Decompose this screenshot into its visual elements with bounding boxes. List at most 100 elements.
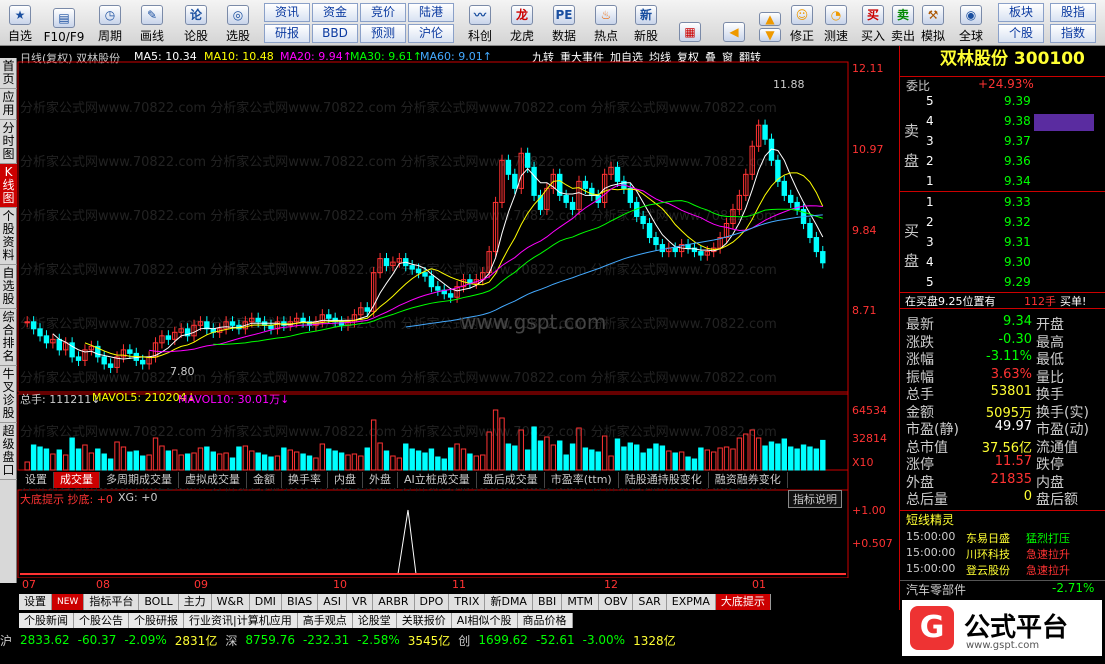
toolbar-sell[interactable]: 卖卖出 bbox=[888, 2, 918, 44]
candle-body bbox=[659, 244, 666, 253]
volume-bar bbox=[268, 456, 274, 471]
news-tab[interactable]: 行业资讯|计算机应用 bbox=[184, 613, 298, 628]
indicator-tab[interactable]: BIAS bbox=[282, 594, 319, 610]
toolbar-pair-2[interactable]: 资金 BBD bbox=[312, 3, 358, 43]
month-label: 12 bbox=[604, 578, 618, 591]
toolbar-pair-6[interactable]: 股指 指数 bbox=[1050, 3, 1096, 43]
indicator-tab[interactable]: DPO bbox=[415, 594, 450, 610]
toolbar-pair-5[interactable]: 板块 个股 bbox=[998, 3, 1044, 43]
volume-bar bbox=[794, 448, 800, 471]
sell-price: 9.39 bbox=[1004, 94, 1031, 108]
candle-body bbox=[101, 356, 107, 365]
toolbar-zixuan[interactable]: ★ 自选 bbox=[2, 2, 38, 44]
volume-tab[interactable]: 市盈率(ttm) bbox=[545, 472, 619, 488]
indicator-tab[interactable]: 新DMA bbox=[485, 594, 533, 610]
indicator-tab[interactable]: ARBR bbox=[373, 594, 415, 610]
indicator-tab[interactable]: OBV bbox=[599, 594, 634, 610]
short-stock[interactable]: 川环科技 bbox=[966, 546, 1010, 562]
volume-bar bbox=[627, 442, 634, 471]
indicator-tab[interactable]: BBI bbox=[533, 594, 563, 610]
index-change: -52.61 bbox=[535, 633, 575, 647]
sell-price: 9.37 bbox=[1004, 134, 1031, 148]
news-tab[interactable]: 关联报价 bbox=[397, 613, 452, 628]
toolbar-lungu[interactable]: 论论股 bbox=[178, 2, 214, 44]
toolbar-newstock[interactable]: 新新股 bbox=[628, 2, 664, 44]
volume-tab[interactable]: 虚拟成交量 bbox=[179, 472, 247, 488]
indicator-tab[interactable]: SAR bbox=[633, 594, 667, 610]
indicator-help-button[interactable]: 指标说明 bbox=[788, 490, 842, 508]
grid-button[interactable]: ▦ bbox=[676, 2, 704, 44]
news-tab[interactable]: 个股公告 bbox=[74, 613, 129, 628]
toolbar-longhu[interactable]: 龙龙虎 bbox=[504, 2, 540, 44]
news-tab[interactable]: AI相似个股 bbox=[452, 613, 518, 628]
volume-tab[interactable]: 融资融券变化 bbox=[709, 472, 788, 488]
back-button[interactable]: ◀ bbox=[720, 2, 748, 44]
volume-tab[interactable]: 盘后成交量 bbox=[477, 472, 545, 488]
volume-bar bbox=[447, 447, 454, 471]
toolbar-simulate[interactable]: ⚒ 模拟 bbox=[918, 2, 948, 44]
toolbar-global[interactable]: ◉ 全球 bbox=[954, 2, 988, 44]
volume-tab[interactable]: 成交量 bbox=[54, 472, 100, 488]
candle-body bbox=[415, 268, 422, 274]
volume-tab[interactable]: AI立桩成交量 bbox=[398, 472, 477, 488]
indicator-tab[interactable]: W&R bbox=[212, 594, 250, 610]
indicator-tab[interactable]: ASI bbox=[318, 594, 348, 610]
toolbar-fix[interactable]: ☺ 修正 bbox=[786, 2, 818, 44]
candle-body bbox=[435, 286, 441, 291]
indicator-tab[interactable]: EXPMA bbox=[667, 594, 716, 610]
toolbar-period[interactable]: ◷ 周期 bbox=[92, 2, 128, 44]
news-tab[interactable]: 高手观点 bbox=[298, 613, 353, 628]
indicator-tab[interactable]: NEW bbox=[52, 594, 85, 610]
short-stock[interactable]: 东易日盛 bbox=[966, 530, 1010, 546]
index-value: 8759.76 bbox=[245, 633, 295, 647]
volume-tab[interactable]: 内盘 bbox=[328, 472, 363, 488]
indicator-tab[interactable]: 主力 bbox=[179, 594, 212, 610]
volume-tab[interactable]: 设置 bbox=[19, 472, 54, 488]
buy-price: 9.33 bbox=[1004, 195, 1031, 209]
toolbar-f10[interactable]: ▤ F10/F9 bbox=[42, 2, 86, 44]
toolbar-pair-3[interactable]: 竞价 预测 bbox=[360, 3, 406, 43]
logo-url: www.gspt.com bbox=[966, 640, 1040, 651]
volume-bar bbox=[364, 447, 370, 471]
candle-body bbox=[165, 335, 172, 340]
news-tab[interactable]: 个股研报 bbox=[129, 613, 184, 628]
indicator-tab[interactable]: 指标平台 bbox=[84, 594, 140, 610]
up-button[interactable]: ▲ ▼ bbox=[756, 2, 784, 44]
indicator-tab[interactable]: TRIX bbox=[449, 594, 486, 610]
indicator-tab[interactable]: 大底提示 bbox=[715, 594, 771, 610]
indicator-tab[interactable]: VR bbox=[347, 594, 374, 610]
webi-value: +24.93% bbox=[978, 77, 1034, 91]
indicator-tab[interactable]: DMI bbox=[250, 594, 282, 610]
news-tab[interactable]: 个股新闻 bbox=[19, 613, 74, 628]
indicator-tab[interactable]: MTM bbox=[562, 594, 600, 610]
index-change: -60.37 bbox=[77, 633, 117, 647]
volume-bar bbox=[229, 457, 236, 471]
toolbar-hotspot[interactable]: ♨ 热点 bbox=[588, 2, 624, 44]
volume-tab[interactable]: 换手率 bbox=[282, 472, 328, 488]
volume-tab[interactable]: 金额 bbox=[247, 472, 282, 488]
short-stock[interactable]: 登云股份 bbox=[966, 562, 1010, 578]
stat-value: 53801 bbox=[990, 384, 1032, 399]
toolbar-draw[interactable]: ✎ 画线 bbox=[134, 2, 170, 44]
volume-bar bbox=[75, 448, 82, 471]
select-stock-icon: ◎ bbox=[227, 5, 249, 25]
volume-tab[interactable]: 多周期成交量 bbox=[100, 472, 179, 488]
volume-bar bbox=[691, 458, 698, 471]
toolbar-data[interactable]: PE 数据 bbox=[546, 2, 582, 44]
news-tab[interactable]: 商品价格 bbox=[518, 613, 573, 628]
indicator-tab[interactable]: BOLL bbox=[139, 594, 179, 610]
toolbar-kechuang[interactable]: 〰科创 bbox=[460, 2, 500, 44]
indicator-tab[interactable]: 设置 bbox=[19, 594, 52, 610]
indicator-line bbox=[20, 509, 846, 575]
toolbar-pair-4[interactable]: 陆港 沪伦 bbox=[408, 3, 454, 43]
watermark: www.gspt.com bbox=[460, 310, 607, 334]
volume-tab[interactable]: 陆股通持股变化 bbox=[619, 472, 709, 488]
volume-tab[interactable]: 外盘 bbox=[363, 472, 398, 488]
toolbar-speed[interactable]: ◔ 测速 bbox=[820, 2, 852, 44]
volume-bar bbox=[293, 451, 300, 471]
news-tab[interactable]: 论股堂 bbox=[353, 613, 397, 628]
toolbar-buy[interactable]: 买买入 bbox=[858, 2, 888, 44]
toolbar-pair-1[interactable]: 资讯 研报 bbox=[264, 3, 310, 43]
toolbar-xuangu[interactable]: ◎ 选股 bbox=[220, 2, 256, 44]
volume-bar bbox=[351, 453, 358, 471]
